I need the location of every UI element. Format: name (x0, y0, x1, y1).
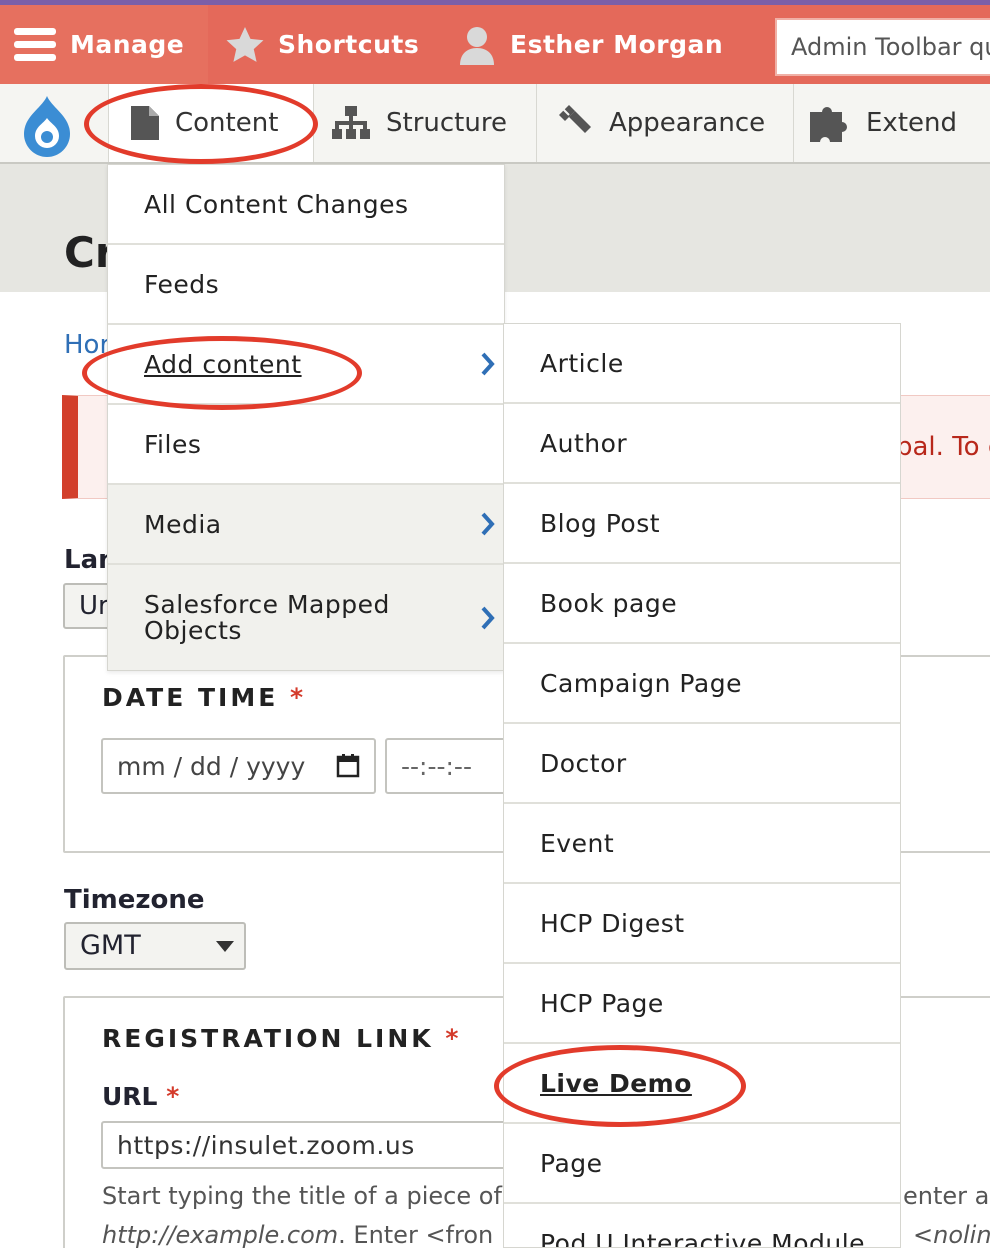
shortcuts-tab[interactable]: Shortcuts (208, 5, 436, 84)
menu-item-all-content-changes[interactable]: All Content Changes (108, 165, 504, 245)
dropdown-arrow-icon (216, 941, 234, 952)
registration-link-legend: REGISTRATION LINK * (102, 1024, 461, 1053)
tray-item-content[interactable]: Content (108, 84, 313, 162)
calendar-icon[interactable] (336, 754, 360, 784)
tray-item-label: Content (175, 108, 279, 138)
admin-search-placeholder: Admin Toolbar quick search (791, 33, 990, 61)
error-message-text: bal. To c (896, 432, 990, 462)
user-tab[interactable]: Esther Morgan (436, 5, 766, 84)
submenu-item-hcp-page[interactable]: HCP Page (504, 964, 900, 1044)
submenu-item-doctor[interactable]: Doctor (504, 724, 900, 804)
date-placeholder: mm / dd / yyyy (117, 752, 306, 781)
timezone-value: GMT (80, 930, 141, 961)
puzzle-icon (810, 104, 850, 142)
star-icon (226, 26, 264, 63)
menu-item-label: Feeds (144, 269, 220, 299)
user-name: Esther Morgan (510, 30, 724, 59)
time-placeholder: --:--:-- (401, 752, 472, 781)
url-help-text-right-2: <nolin (913, 1221, 990, 1248)
menu-item-label: Media (144, 509, 222, 539)
submenu-item-page[interactable]: Page (504, 1124, 900, 1204)
submenu-item-event[interactable]: Event (504, 804, 900, 884)
user-icon (458, 25, 496, 65)
date-input[interactable]: mm / dd / yyyy (101, 738, 376, 794)
example-url: http://example.com (102, 1221, 339, 1248)
url-input[interactable]: https://insulet.zoom.us (101, 1121, 521, 1169)
submenu-item-pod-u-interactive-module[interactable]: Pod U Interactive Module (504, 1204, 900, 1248)
timezone-select[interactable]: GMT (64, 922, 246, 970)
submenu-item-book-page[interactable]: Book page (504, 564, 900, 644)
url-help-text-2: http://example.com. Enter <fron (102, 1221, 493, 1248)
submenu-item-blog-post[interactable]: Blog Post (504, 484, 900, 564)
required-marker: * (445, 1024, 462, 1053)
menu-item-media[interactable]: Media (108, 485, 504, 565)
required-marker: * (290, 683, 307, 712)
url-help-text: Start typing the title of a piece of (102, 1182, 502, 1210)
hamburger-icon (14, 26, 56, 64)
add-content-submenu: Article Author Blog Post Book page Campa… (503, 323, 901, 1248)
chevron-right-icon (480, 351, 496, 383)
tray-item-extend[interactable]: Extend (793, 84, 990, 162)
breadcrumb-home-link[interactable]: Hor (64, 330, 110, 360)
document-icon (131, 106, 159, 140)
menu-item-label: Salesforce Mapped Objects (144, 589, 390, 645)
submenu-item-campaign-page[interactable]: Campaign Page (504, 644, 900, 724)
tray-item-appearance[interactable]: Appearance (536, 84, 793, 162)
menu-item-salesforce-mapped-objects[interactable]: Salesforce Mapped Objects (108, 565, 504, 670)
admin-search-input[interactable]: Admin Toolbar quick search (775, 18, 990, 76)
toolbar-tray: Content Structure Appearance Extend (0, 84, 990, 164)
url-label: URL * (102, 1082, 179, 1111)
shortcuts-label: Shortcuts (278, 30, 420, 59)
sitemap-icon (332, 106, 370, 140)
menu-item-label: Files (144, 429, 202, 459)
submenu-item-article[interactable]: Article (504, 324, 900, 404)
help-rest: . Enter <fron (338, 1221, 494, 1248)
registration-legend-text: REGISTRATION LINK (102, 1024, 434, 1053)
menu-item-files[interactable]: Files (108, 405, 504, 485)
menu-item-label: Add content (144, 349, 302, 379)
timezone-label: Timezone (64, 885, 205, 915)
paintbrush-icon (555, 105, 593, 141)
tray-item-structure[interactable]: Structure (313, 84, 536, 162)
tray-item-label: Structure (386, 108, 507, 138)
url-help-text-right: enter a (903, 1182, 990, 1210)
chevron-right-icon (480, 605, 496, 636)
menu-item-feeds[interactable]: Feeds (108, 245, 504, 325)
date-time-legend-text: DATE TIME (102, 683, 279, 712)
date-time-legend: DATE TIME * (102, 683, 306, 712)
required-marker: * (166, 1082, 180, 1111)
submenu-item-author[interactable]: Author (504, 404, 900, 484)
drupal-logo-icon[interactable] (20, 94, 74, 162)
tray-item-label: Appearance (609, 108, 766, 138)
submenu-item-hcp-digest[interactable]: HCP Digest (504, 884, 900, 964)
url-label-text: URL (102, 1082, 158, 1111)
submenu-item-live-demo[interactable]: Live Demo (504, 1044, 900, 1124)
admin-toolbar: Manage Shortcuts Esther Morgan Admin Too… (0, 0, 990, 84)
menu-item-label: All Content Changes (144, 189, 409, 219)
content-dropdown-menu: All Content Changes Feeds Add content Fi… (107, 164, 505, 671)
menu-item-add-content[interactable]: Add content (108, 325, 504, 405)
chevron-right-icon (480, 511, 496, 543)
manage-tab[interactable]: Manage (0, 5, 208, 84)
manage-label: Manage (70, 30, 185, 59)
tray-item-label: Extend (866, 108, 957, 138)
